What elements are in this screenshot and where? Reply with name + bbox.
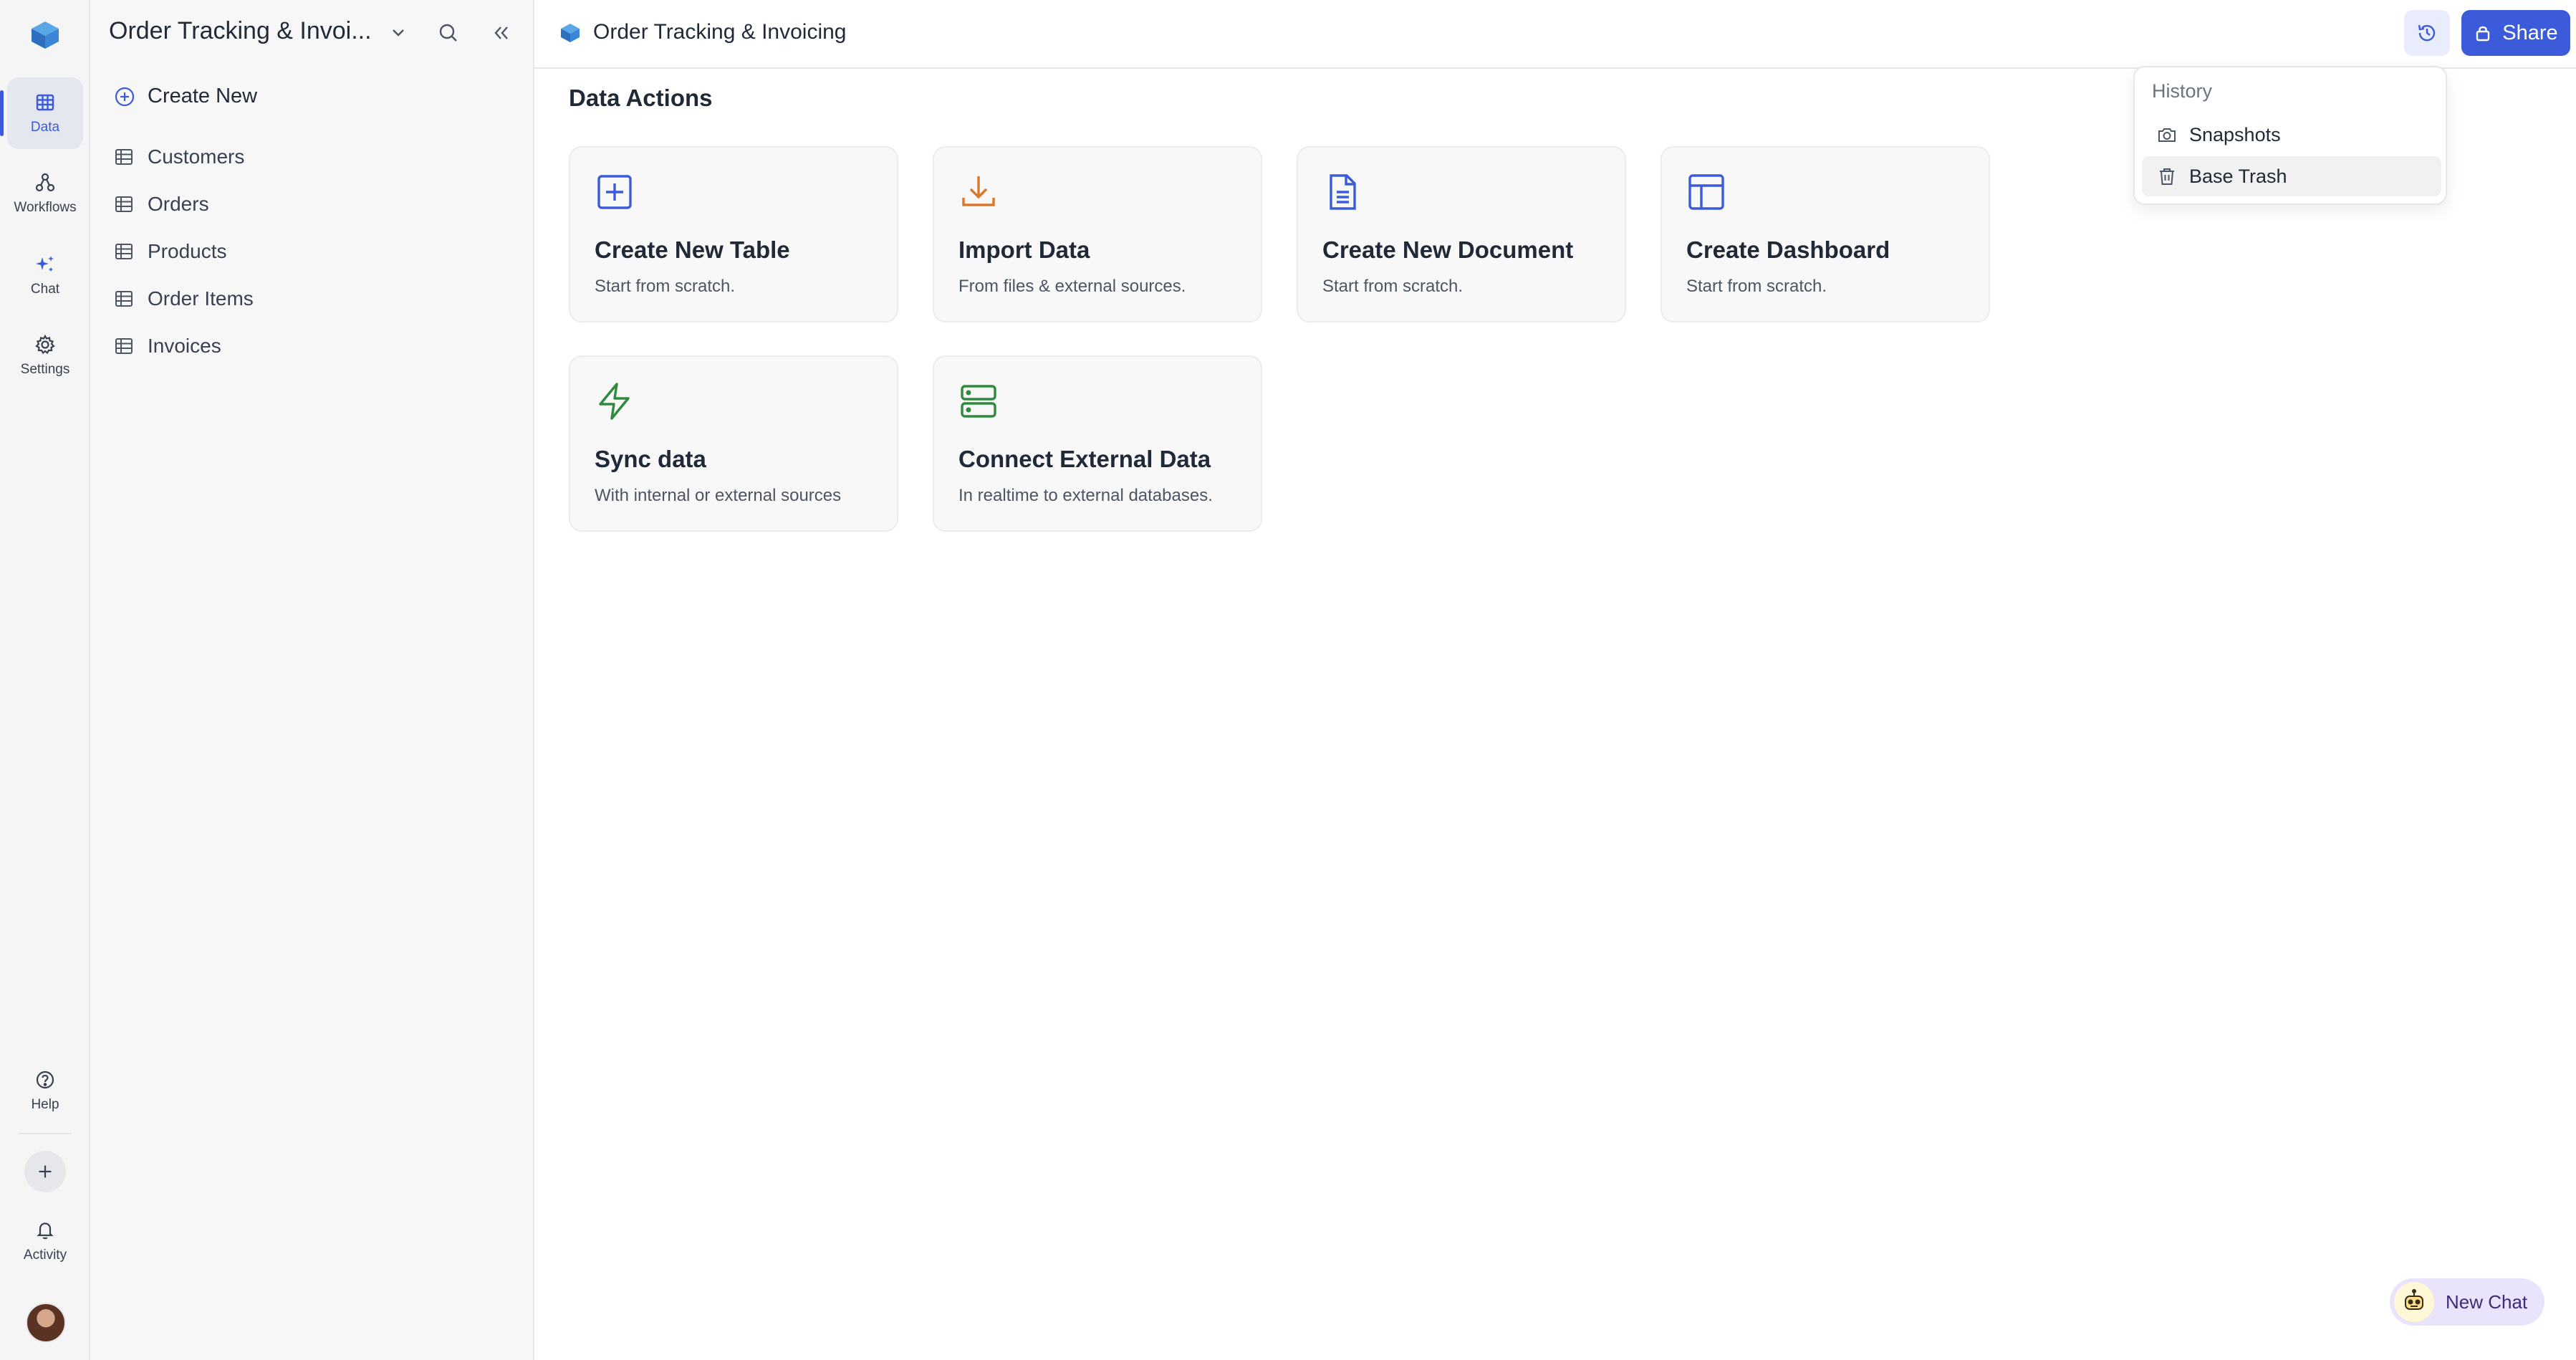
create-new-table-card[interactable]: Create New Table Start from scratch. xyxy=(569,146,898,322)
history-dropdown: History Snapshots Base Trash xyxy=(2133,66,2447,205)
rail-item-workflows[interactable]: Workflows xyxy=(7,158,83,229)
share-button[interactable]: Share xyxy=(2461,10,2570,56)
rail-item-help[interactable]: Help xyxy=(7,1055,83,1126)
plus-square-icon xyxy=(597,175,632,209)
search-icon[interactable] xyxy=(436,20,461,46)
card-title: Create New Table xyxy=(595,236,790,263)
rail-item-label: Workflows xyxy=(14,200,77,215)
new-chat-label: New Chat xyxy=(2446,1290,2528,1313)
gear-icon xyxy=(35,334,55,355)
camera-icon xyxy=(2158,128,2176,142)
avatar[interactable] xyxy=(26,1303,66,1343)
sidebar: Order Tracking & Invoi... Create New Cus… xyxy=(90,0,534,1360)
document-icon xyxy=(1330,174,1356,210)
table-icon xyxy=(36,94,54,111)
dropdown-header: History xyxy=(2152,80,2213,102)
card-title: Sync data xyxy=(595,446,706,472)
import-data-card[interactable]: Import Data From files & external source… xyxy=(933,146,1262,322)
table-icon xyxy=(115,338,133,354)
section-title: Data Actions xyxy=(569,85,713,111)
top-bar: Order Tracking & Invoicing Share xyxy=(534,0,2576,69)
rail-item-activity[interactable]: Activity xyxy=(7,1205,83,1277)
rail-item-label: Data xyxy=(30,120,60,135)
history-icon xyxy=(2418,24,2436,42)
download-icon xyxy=(962,176,995,206)
rail-item-data[interactable]: Data xyxy=(0,77,83,149)
workflow-icon xyxy=(35,173,55,192)
table-icon xyxy=(115,244,133,259)
card-title: Create Dashboard xyxy=(1686,236,1890,263)
base-title[interactable]: Order Tracking & Invoi... xyxy=(109,17,381,45)
sidebar-item-label: Orders xyxy=(148,193,209,215)
plus-circle-icon xyxy=(115,87,135,106)
card-subtitle: Start from scratch. xyxy=(1322,277,1464,296)
rail-item-chat[interactable]: Chat xyxy=(7,239,83,311)
lock-icon xyxy=(2476,26,2490,42)
create-new-document-card[interactable]: Create New Document Start from scratch. xyxy=(1297,146,1626,322)
app-logo-icon[interactable] xyxy=(29,19,62,52)
rail-item-label: Activity xyxy=(23,1248,67,1263)
table-list: Customers Orders Products Order Items In… xyxy=(113,133,254,370)
sparkle-icon xyxy=(36,256,54,272)
trash-icon xyxy=(2160,168,2174,185)
page-title: Order Tracking & Invoicing xyxy=(593,20,847,44)
create-new-label: Create New xyxy=(148,85,258,107)
server-icon xyxy=(961,385,996,418)
snapshots-menu-item[interactable]: Snapshots xyxy=(2142,115,2441,155)
card-subtitle: Start from scratch. xyxy=(595,277,736,296)
sidebar-item-invoices[interactable]: Invoices xyxy=(113,322,254,370)
sidebar-item-order-items[interactable]: Order Items xyxy=(113,275,254,322)
card-title: Create New Document xyxy=(1322,236,1574,263)
new-chat-button[interactable]: New Chat xyxy=(2390,1278,2544,1326)
help-icon xyxy=(36,1071,54,1089)
card-subtitle: In realtime to external databases. xyxy=(958,486,1213,505)
sidebar-item-label: Invoices xyxy=(148,335,221,357)
card-title: Import Data xyxy=(958,236,1090,263)
card-subtitle: With internal or external sources xyxy=(595,486,842,505)
sidebar-item-customers[interactable]: Customers xyxy=(113,133,254,181)
add-base-button[interactable] xyxy=(24,1151,66,1192)
sidebar-item-orders[interactable]: Orders xyxy=(113,181,254,228)
menu-item-label: Snapshots xyxy=(2189,123,2281,145)
base-icon xyxy=(561,24,580,42)
history-button[interactable] xyxy=(2404,10,2450,56)
connect-external-data-card[interactable]: Connect External Data In realtime to ext… xyxy=(933,355,1262,532)
sidebar-item-label: Products xyxy=(148,240,227,262)
rail-divider xyxy=(19,1133,72,1134)
share-label: Share xyxy=(2502,21,2558,44)
collapse-sidebar-icon[interactable] xyxy=(489,20,514,46)
assistant-avatar xyxy=(2394,1282,2434,1322)
sidebar-item-products[interactable]: Products xyxy=(113,228,254,275)
sidebar-item-label: Customers xyxy=(148,145,245,168)
rail-item-label: Settings xyxy=(20,362,70,377)
nav-rail: Data Workflows Chat Settings Help Activi… xyxy=(0,0,90,1360)
card-subtitle: From files & external sources. xyxy=(958,277,1186,296)
menu-item-label: Base Trash xyxy=(2189,165,2287,187)
plus-icon xyxy=(39,1165,52,1178)
card-title: Connect External Data xyxy=(958,446,1211,472)
table-icon xyxy=(115,196,133,212)
rail-item-settings[interactable]: Settings xyxy=(7,320,83,391)
table-icon xyxy=(115,291,133,307)
dashboard-icon xyxy=(1688,174,1724,210)
robot-icon xyxy=(2405,1289,2423,1310)
base-trash-menu-item[interactable]: Base Trash xyxy=(2142,156,2441,196)
app-window: Data Workflows Chat Settings Help Activi… xyxy=(0,0,2576,1360)
table-icon xyxy=(115,149,133,165)
sidebar-item-label: Order Items xyxy=(148,287,254,310)
create-dashboard-card[interactable]: Create Dashboard Start from scratch. xyxy=(1661,146,1990,322)
rail-item-label: Help xyxy=(31,1097,59,1112)
rail-item-label: Chat xyxy=(30,282,60,297)
chevron-down-icon[interactable] xyxy=(387,21,410,44)
bell-icon xyxy=(37,1222,54,1240)
sync-data-card[interactable]: Sync data With internal or external sour… xyxy=(569,355,898,532)
lightning-icon xyxy=(599,383,630,420)
create-new-button[interactable]: Create New xyxy=(113,85,257,108)
card-subtitle: Start from scratch. xyxy=(1686,277,1827,296)
